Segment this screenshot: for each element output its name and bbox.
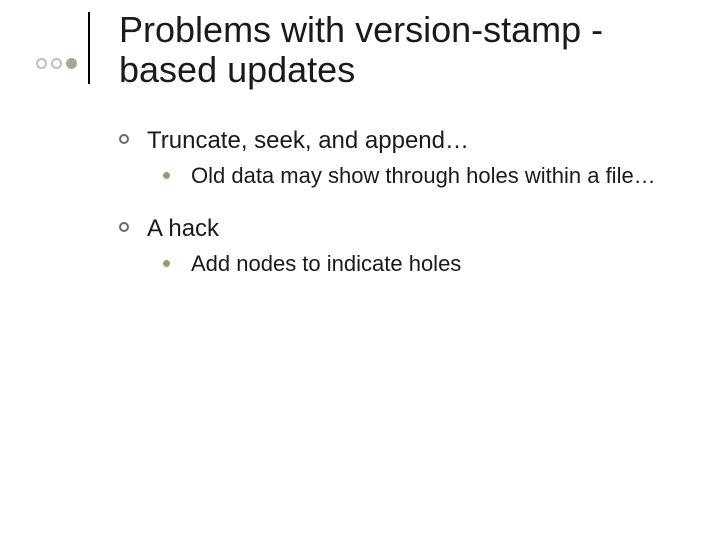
decor-bar-icon [88,12,90,84]
slide-body: Truncate, seek, and append… Old data may… [119,120,679,281]
bullet-level1: A hack [119,214,679,244]
bullet-level1: Truncate, seek, and append… [119,126,679,156]
bullet-level2: Old data may show through holes within a… [119,162,679,190]
slide: Problems with version-stamp -based updat… [0,0,720,540]
decor-dot-icon [36,58,47,69]
spacer [119,194,679,208]
decor-dot-icon [51,58,62,69]
slide-title: Problems with version-stamp -based updat… [119,10,679,91]
decor-dot-icon [66,58,77,69]
title-decoration [36,42,90,84]
bullet-level2: Add nodes to indicate holes [119,250,679,278]
